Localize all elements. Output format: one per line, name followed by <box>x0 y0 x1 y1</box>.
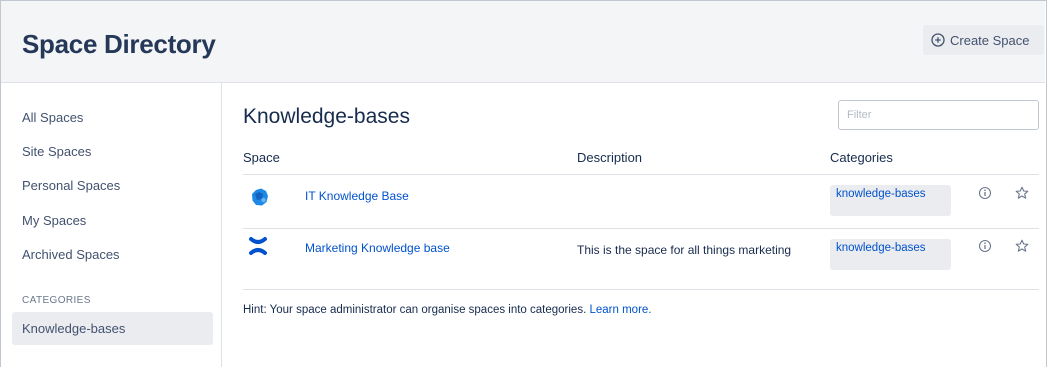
hint-message: Hint: Your space administrator can organ… <box>243 304 587 316</box>
it-space-icon[interactable] <box>250 187 270 207</box>
category-tag[interactable]: knowledge-bases <box>830 239 951 270</box>
sidebar-item-my-spaces[interactable]: My Spaces <box>22 213 86 228</box>
sidebar-item-archived-spaces[interactable]: Archived Spaces <box>22 247 120 262</box>
filter-input[interactable] <box>838 100 1039 130</box>
create-space-label: Create Space <box>950 32 1030 48</box>
space-description: This is the space for all things marketi… <box>577 243 792 257</box>
row-divider <box>243 228 1039 229</box>
category-tag[interactable]: knowledge-bases <box>830 185 951 216</box>
space-link-it-knowledge-base[interactable]: IT Knowledge Base <box>305 189 409 203</box>
sidebar-item-site-spaces[interactable]: Site Spaces <box>22 144 91 159</box>
section-title: Knowledge-bases <box>243 105 410 128</box>
column-header-space: Space <box>243 150 280 165</box>
column-header-categories: Categories <box>830 150 893 165</box>
sidebar-item-all-spaces[interactable]: All Spaces <box>22 110 83 125</box>
sidebar-item-personal-spaces[interactable]: Personal Spaces <box>22 178 120 193</box>
create-space-button[interactable]: Create Space <box>923 25 1044 55</box>
hint-text: Hint: Your space administrator can organ… <box>243 304 652 316</box>
favourite-star-icon[interactable] <box>1015 239 1029 253</box>
categories-heading: CATEGORIES <box>22 295 91 306</box>
learn-more-link[interactable]: Learn more. <box>589 304 651 316</box>
space-details-icon[interactable] <box>978 239 992 253</box>
space-details-icon[interactable] <box>978 186 992 200</box>
row-divider <box>243 289 1039 290</box>
column-header-description: Description <box>577 150 643 165</box>
sidebar: All Spaces Site Spaces Personal Spaces M… <box>1 83 222 367</box>
marketing-space-icon[interactable] <box>248 236 268 256</box>
header-divider <box>243 174 1039 175</box>
page-header: Space Directory Create Space <box>1 1 1045 83</box>
page-title: Space Directory <box>22 29 216 59</box>
favourite-star-icon[interactable] <box>1015 186 1029 200</box>
sidebar-item-knowledge-bases[interactable]: Knowledge-bases <box>12 312 213 345</box>
create-space-icon <box>931 33 945 47</box>
space-link-marketing-knowledge-base[interactable]: Marketing Knowledge base <box>305 241 450 255</box>
